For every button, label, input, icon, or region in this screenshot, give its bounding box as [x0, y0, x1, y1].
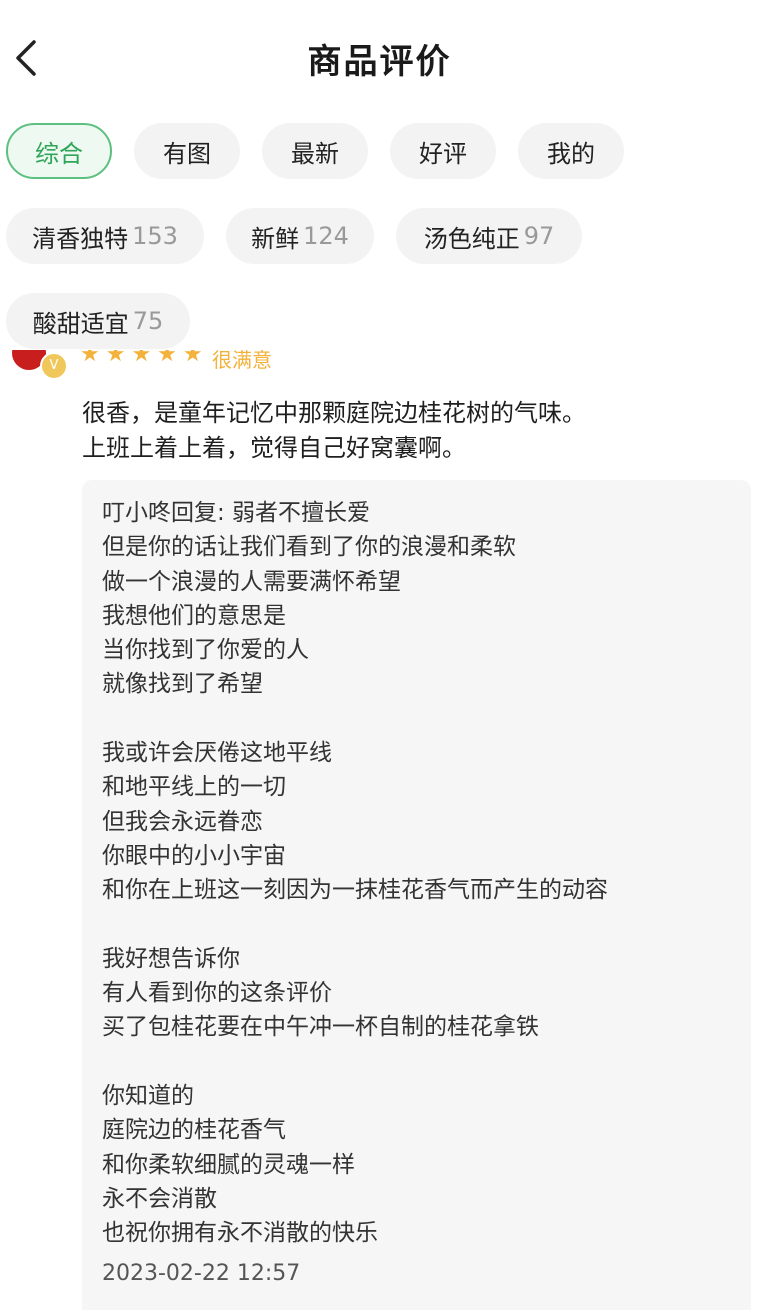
reply-line: 你眼中的小小宇宙 [102, 842, 286, 869]
tag-count: 97 [523, 222, 555, 250]
reply-line: 当你找到了你爱的人 [102, 637, 309, 664]
reply-line: 叮小咚回复: 弱者不擅长爱 [102, 500, 371, 526]
reply-line: 买了包桂花要在中午冲一杯自制的桂花拿铁 [102, 1014, 539, 1041]
reply-line: 但我会永远眷恋 [102, 808, 263, 835]
filter-tab-label: 我的 [547, 139, 595, 168]
tag-label: 清香独特 [32, 224, 129, 253]
tag-count: 153 [132, 222, 178, 250]
reply-line: 我或许会厌倦这地平线 [102, 740, 332, 767]
filter-tab-mine[interactable]: 我的 [518, 123, 624, 179]
tag-count: 75 [132, 307, 164, 335]
reply-line: 但是你的话让我们看到了你的浪漫和柔软 [102, 534, 516, 561]
tag-chip-sweet-sour[interactable]: 酸甜适宜 75 [6, 293, 190, 349]
vip-badge: V [40, 352, 68, 380]
review-header: V ★★★★★ 很满意 [0, 350, 759, 384]
filter-tab-positive[interactable]: 好评 [390, 123, 496, 179]
reply-line: 有人看到你的这条评价 [102, 980, 332, 1007]
reply-line: 我想他们的意思是 [102, 602, 286, 629]
filter-tab-label: 有图 [163, 139, 211, 168]
reply-line: 庭院边的桂花香气 [102, 1117, 286, 1144]
rating-text: 很满意 [212, 350, 272, 372]
tag-chip-fragrance[interactable]: 清香独特 153 [6, 208, 204, 264]
reply-line: 你知道的 [102, 1083, 194, 1110]
reply-line: 就像找到了希望 [102, 671, 263, 698]
filter-tab-with-images[interactable]: 有图 [134, 123, 240, 179]
tag-label: 酸甜适宜 [32, 309, 129, 338]
filter-tab-all[interactable]: 综合 [6, 123, 112, 179]
review-line: 很香，是童年记忆中那颗庭院边桂花树的气味。 [82, 399, 586, 427]
review-content: 很香，是童年记忆中那颗庭院边桂花树的气味。 上班上着上着，觉得自己好窝囊啊。 [82, 396, 586, 466]
filter-tab-latest[interactable]: 最新 [262, 123, 368, 179]
review-line: 上班上着上着，觉得自己好窝囊啊。 [82, 434, 466, 462]
reply-line: 和你在上班这一刻因为一抹桂花香气而产生的动容 [102, 877, 608, 904]
reply-line: 和地平线上的一切 [102, 774, 286, 801]
tag-label: 新鲜 [251, 224, 300, 253]
reply-line: 永不会消散 [102, 1185, 217, 1212]
header: 商品评价 [0, 0, 759, 115]
reply-line: 也祝你拥有永不消散的快乐 [102, 1220, 378, 1247]
filter-tab-label: 好评 [419, 139, 467, 168]
merchant-reply: 叮小咚回复: 弱者不擅长爱但是你的话让我们看到了你的浪漫和柔软 做一个浪漫的人需要… [82, 480, 751, 1310]
reply-timestamp: 2023-02-22 12:57 [102, 1261, 301, 1286]
reply-line: 做一个浪漫的人需要满怀希望 [102, 568, 401, 595]
reply-text: 叮小咚回复: 弱者不擅长爱但是你的话让我们看到了你的浪漫和柔软 做一个浪漫的人需要… [102, 496, 608, 1251]
filter-tab-label: 综合 [35, 139, 83, 168]
reply-line: 和你柔软细腻的灵魂一样 [102, 1151, 355, 1178]
tag-label: 汤色纯正 [423, 224, 520, 253]
tag-count: 124 [303, 222, 349, 250]
page-title: 商品评价 [307, 42, 452, 82]
star-rating: ★★★★★ [80, 350, 209, 367]
tag-chip-fresh[interactable]: 新鲜 124 [226, 208, 374, 264]
reply-line: 我好想告诉你 [102, 945, 240, 972]
tag-chip-pure-color[interactable]: 汤色纯正 97 [396, 208, 582, 264]
filter-tab-label: 最新 [291, 139, 339, 168]
